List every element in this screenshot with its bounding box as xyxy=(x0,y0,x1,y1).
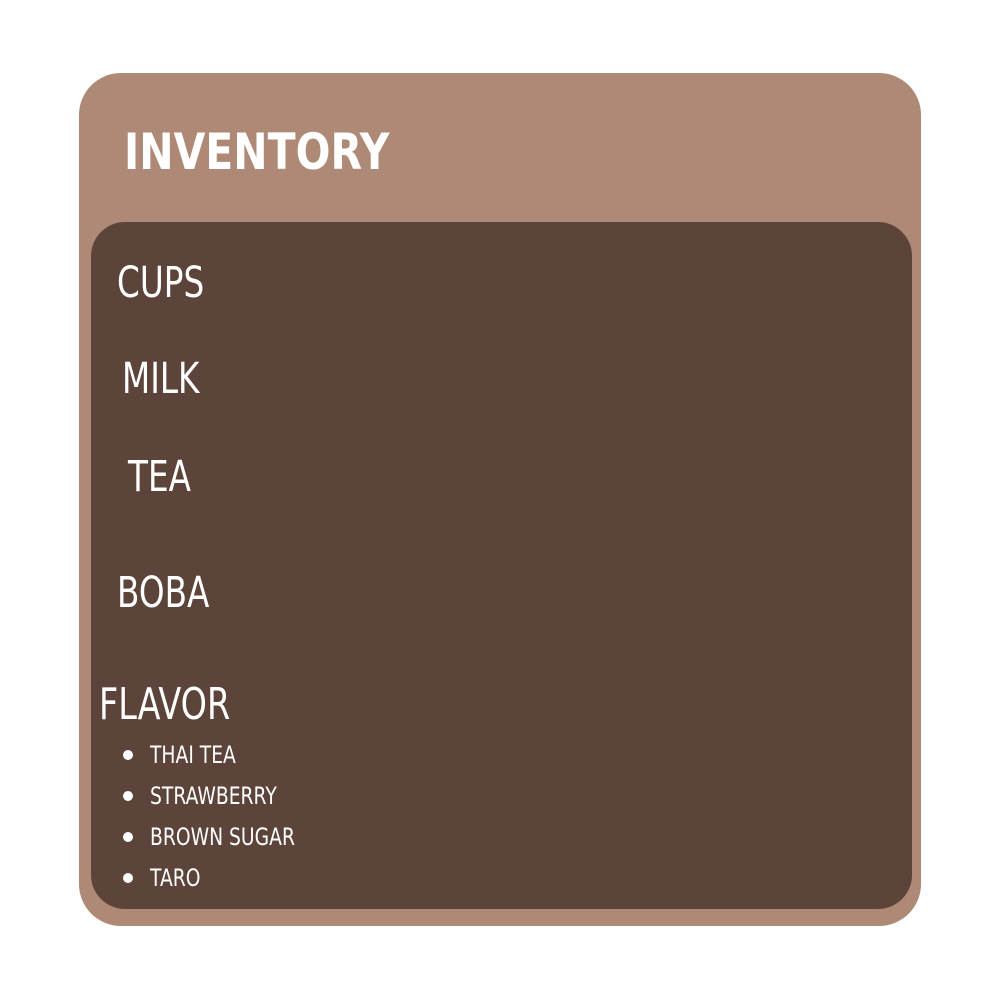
bullet-icon xyxy=(123,749,133,760)
flavor-list-item: THAI TEA xyxy=(123,734,336,775)
inventory-title: INVENTORY xyxy=(124,123,390,181)
flavor-list-item: BROWN SUGAR xyxy=(123,816,336,857)
bullet-icon xyxy=(123,790,133,801)
flavor-taro: TARO xyxy=(150,863,201,892)
flavor-strawberry: STRAWBERRY xyxy=(150,781,277,810)
inventory-item-boba: BOBA xyxy=(117,568,210,618)
inventory-item-flavor: FLAVOR xyxy=(99,679,231,730)
inventory-item-milk: MILK xyxy=(122,354,200,404)
bullet-icon xyxy=(123,831,133,842)
inventory-item-tea: TEA xyxy=(128,452,191,502)
flavor-list-item: STRAWBERRY xyxy=(123,775,336,816)
page: INVENTORY CUPS MILK TEA BOBA FLAVOR THAI… xyxy=(0,0,1000,1000)
flavor-brown-sugar: BROWN SUGAR xyxy=(150,822,295,851)
flavor-list-item: TARO xyxy=(123,857,336,898)
bullet-icon xyxy=(123,872,133,883)
flavor-list: THAI TEA STRAWBERRY BROWN SUGAR TARO xyxy=(123,734,336,898)
inventory-item-cups: CUPS xyxy=(117,258,205,308)
flavor-thai-tea: THAI TEA xyxy=(150,740,236,769)
